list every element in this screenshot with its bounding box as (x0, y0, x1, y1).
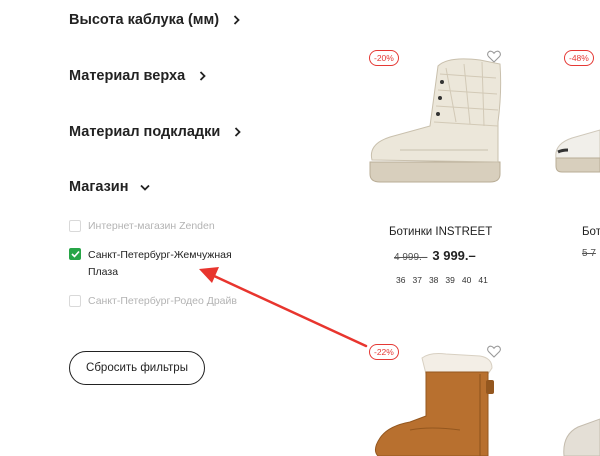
annotation-arrow (199, 267, 368, 348)
